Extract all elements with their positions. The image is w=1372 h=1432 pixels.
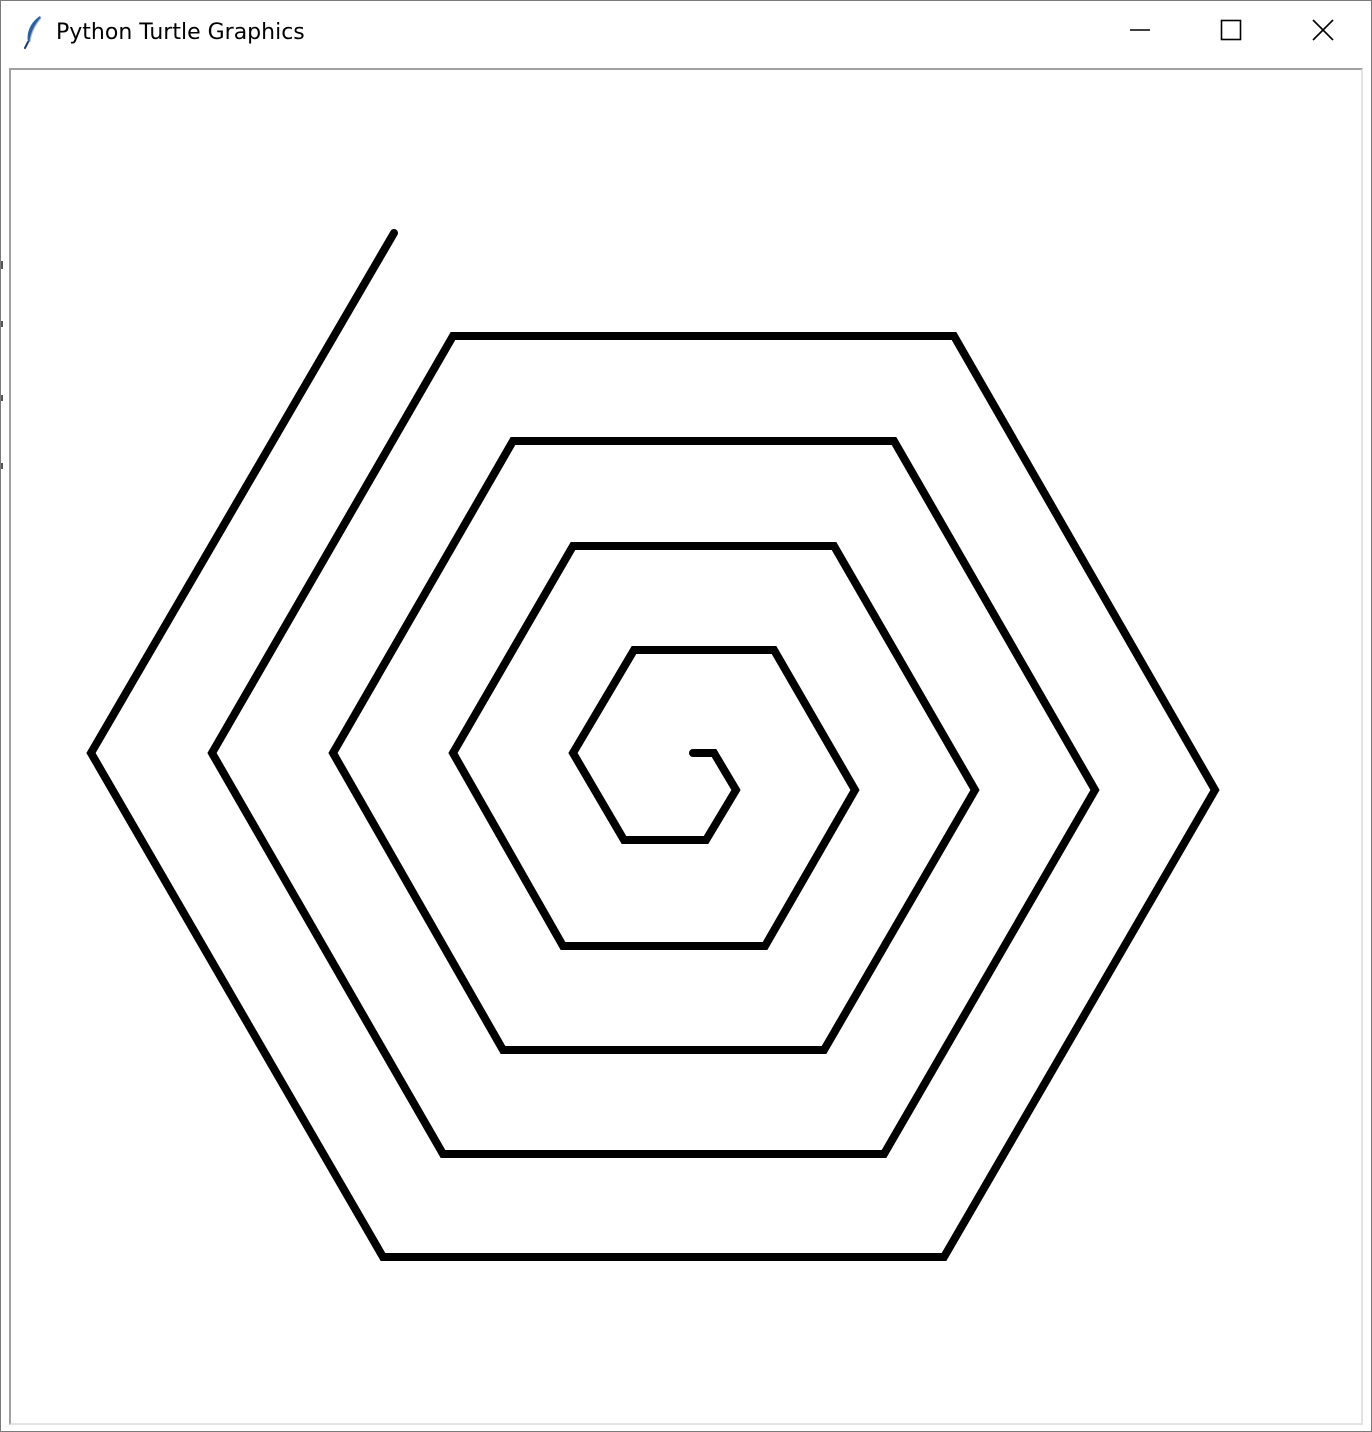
- turtle-canvas-frame: [9, 68, 1363, 1425]
- minimize-icon: [1129, 19, 1151, 45]
- feather-icon: [23, 15, 45, 49]
- maximize-icon: [1220, 19, 1242, 45]
- title-bar[interactable]: Python Turtle Graphics: [1, 1, 1371, 65]
- close-icon: [1311, 18, 1335, 46]
- window-edge-marks: [1, 261, 3, 469]
- window-title: Python Turtle Graphics: [56, 20, 305, 45]
- minimize-button[interactable]: [1094, 1, 1186, 63]
- spiral-path: [86, 229, 1220, 1261]
- maximize-button[interactable]: [1185, 1, 1277, 63]
- close-button[interactable]: [1277, 1, 1369, 63]
- turtle-window: Python Turtle Graphics: [0, 0, 1372, 1432]
- turtle-canvas[interactable]: [11, 70, 1361, 1423]
